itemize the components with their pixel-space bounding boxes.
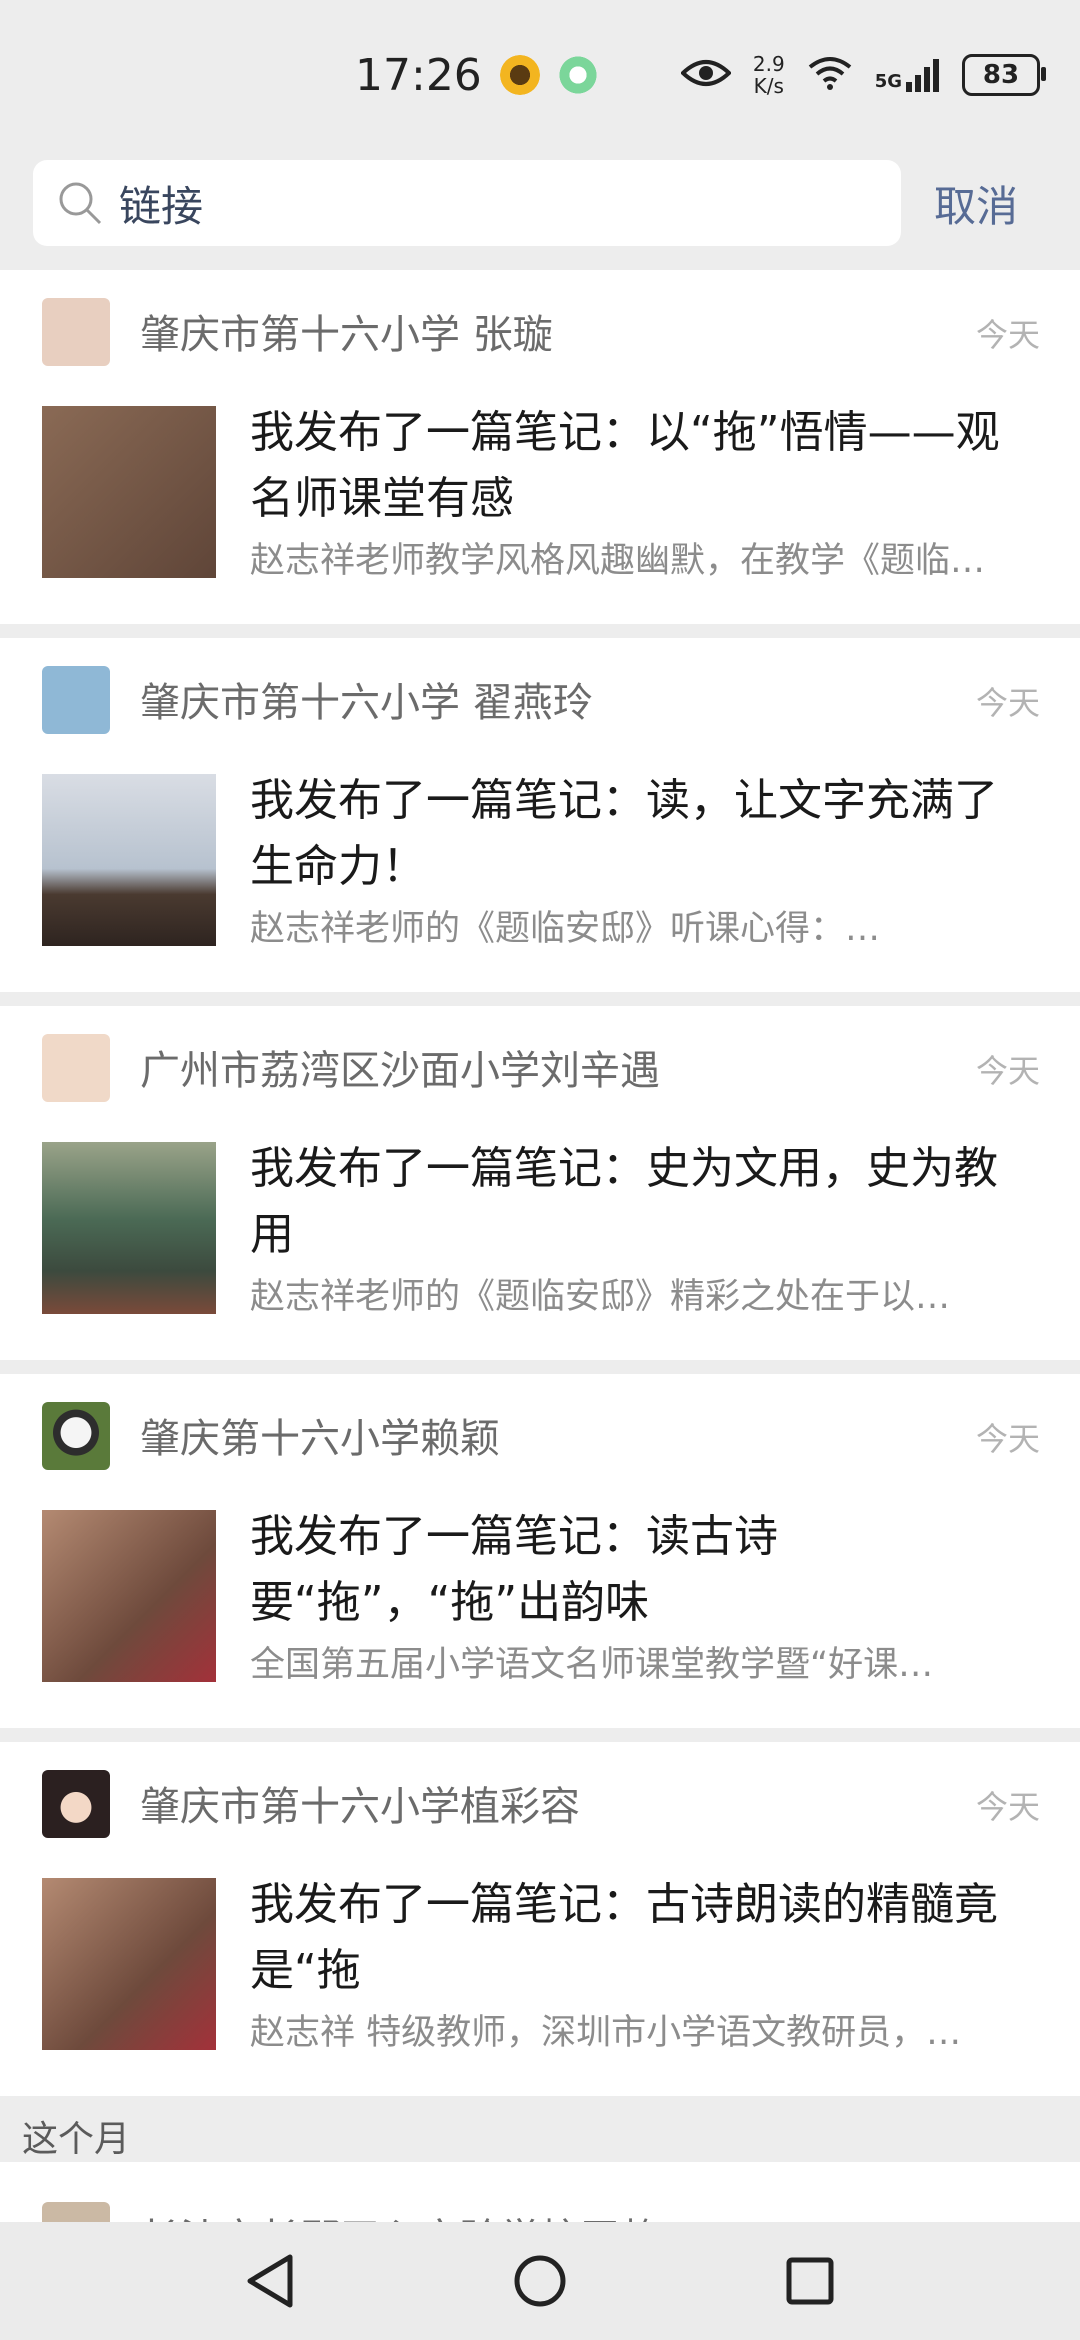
post-title: 我发布了一篇笔记：史为文用，史为教用 — [250, 1143, 998, 1260]
post-card[interactable]: 长沙市长郡天心实验学校王静 — [0, 2162, 1080, 2222]
section-header: 这个月 — [0, 2100, 1080, 2160]
wifi-icon — [807, 55, 853, 95]
post-author: 肇庆市第十六小学 翟燕玲 — [140, 680, 593, 726]
chat-app-icon — [557, 55, 598, 95]
post-thumbnail — [42, 774, 216, 946]
avatar[interactable] — [42, 1402, 110, 1470]
cancel-button[interactable]: 取消 — [934, 173, 1018, 234]
recents-button[interactable] — [775, 2246, 845, 2316]
post-card[interactable]: 肇庆市第十六小学植彩容 今天 我发布了一篇笔记：古诗朗读的精髓竟是“拖 赵志祥 … — [0, 1742, 1080, 2096]
post-date: 今天 — [975, 316, 1040, 354]
avatar[interactable] — [42, 298, 110, 366]
network-speed: 2.9 K/s — [752, 52, 785, 98]
post-thumbnail — [42, 1878, 216, 2050]
post-title: 我发布了一篇笔记：以“拖”悟情——观名师课堂有感 — [250, 407, 1000, 524]
post-thumbnail — [42, 1510, 216, 1682]
post-title: 我发布了一篇笔记：读古诗要“拖”，“拖”出韵味 — [250, 1511, 778, 1628]
post-date: 今天 — [975, 1420, 1040, 1458]
system-nav-bar — [0, 2222, 1080, 2340]
search-query: 链接 — [119, 181, 204, 231]
post-card[interactable]: 肇庆市第十六小学 张璇 今天 我发布了一篇笔记：以“拖”悟情——观名师课堂有感 … — [0, 270, 1080, 624]
signal-icon: 5G — [875, 58, 940, 92]
status-bar: 17:26 2.9 K/s 5G 83 — [0, 0, 1080, 150]
post-title: 我发布了一篇笔记：读，让文字充满了生命力！ — [250, 775, 998, 892]
post-title: 我发布了一篇笔记：古诗朗读的精髓竟是“拖 — [250, 1879, 998, 1996]
search-row: 链接 取消 — [0, 158, 1080, 248]
post-card[interactable]: 肇庆市第十六小学 翟燕玲 今天 我发布了一篇笔记：读，让文字充满了生命力！ 赵志… — [0, 638, 1080, 992]
post-excerpt: 赵志祥老师的《题临安邸》听课心得：… — [250, 909, 881, 949]
post-date: 今天 — [975, 1788, 1040, 1826]
post-date: 今天 — [975, 684, 1040, 722]
back-button[interactable] — [235, 2246, 305, 2316]
search-input[interactable]: 链接 — [33, 160, 901, 246]
post-author: 长沙市长郡天心实验学校王静 — [140, 2206, 660, 2222]
post-excerpt: 赵志祥老师教学风格风趣幽默，在教学《题临安邸》… — [250, 541, 1020, 581]
avatar[interactable] — [42, 1034, 110, 1102]
post-excerpt: 赵志祥 特级教师，深圳市小学语文教研员，… — [250, 2013, 962, 2053]
avatar[interactable] — [42, 666, 110, 734]
home-button[interactable] — [505, 2246, 575, 2316]
post-author: 肇庆市第十六小学 张璇 — [140, 312, 553, 358]
post-excerpt: 全国第五届小学语文名师课堂教学暨“好课… — [250, 1645, 934, 1685]
post-author: 广州市荔湾区沙面小学刘辛遇 — [140, 1048, 660, 1094]
eye-icon — [679, 57, 732, 93]
post-thumbnail — [42, 406, 216, 578]
post-card[interactable]: 广州市荔湾区沙面小学刘辛遇 今天 我发布了一篇笔记：史为文用，史为教用 赵志祥老… — [0, 1006, 1080, 1360]
post-author: 肇庆第十六小学赖颖 — [140, 1416, 500, 1462]
search-icon — [53, 176, 107, 230]
sunflower-app-icon — [499, 55, 540, 95]
post-excerpt: 赵志祥老师的《题临安邸》精彩之处在于以… — [250, 1277, 951, 1317]
post-thumbnail — [42, 1142, 216, 1314]
status-time: 17:26 — [355, 49, 482, 101]
avatar[interactable] — [42, 2202, 110, 2222]
post-card[interactable]: 肇庆第十六小学赖颖 今天 我发布了一篇笔记：读古诗要“拖”，“拖”出韵味 全国第… — [0, 1374, 1080, 1728]
section-label: 这个月 — [22, 2119, 131, 2160]
post-date: 今天 — [975, 1052, 1040, 1090]
post-author: 肇庆市第十六小学植彩容 — [140, 1784, 580, 1830]
avatar[interactable] — [42, 1770, 110, 1838]
battery-indicator: 83 — [962, 54, 1046, 96]
